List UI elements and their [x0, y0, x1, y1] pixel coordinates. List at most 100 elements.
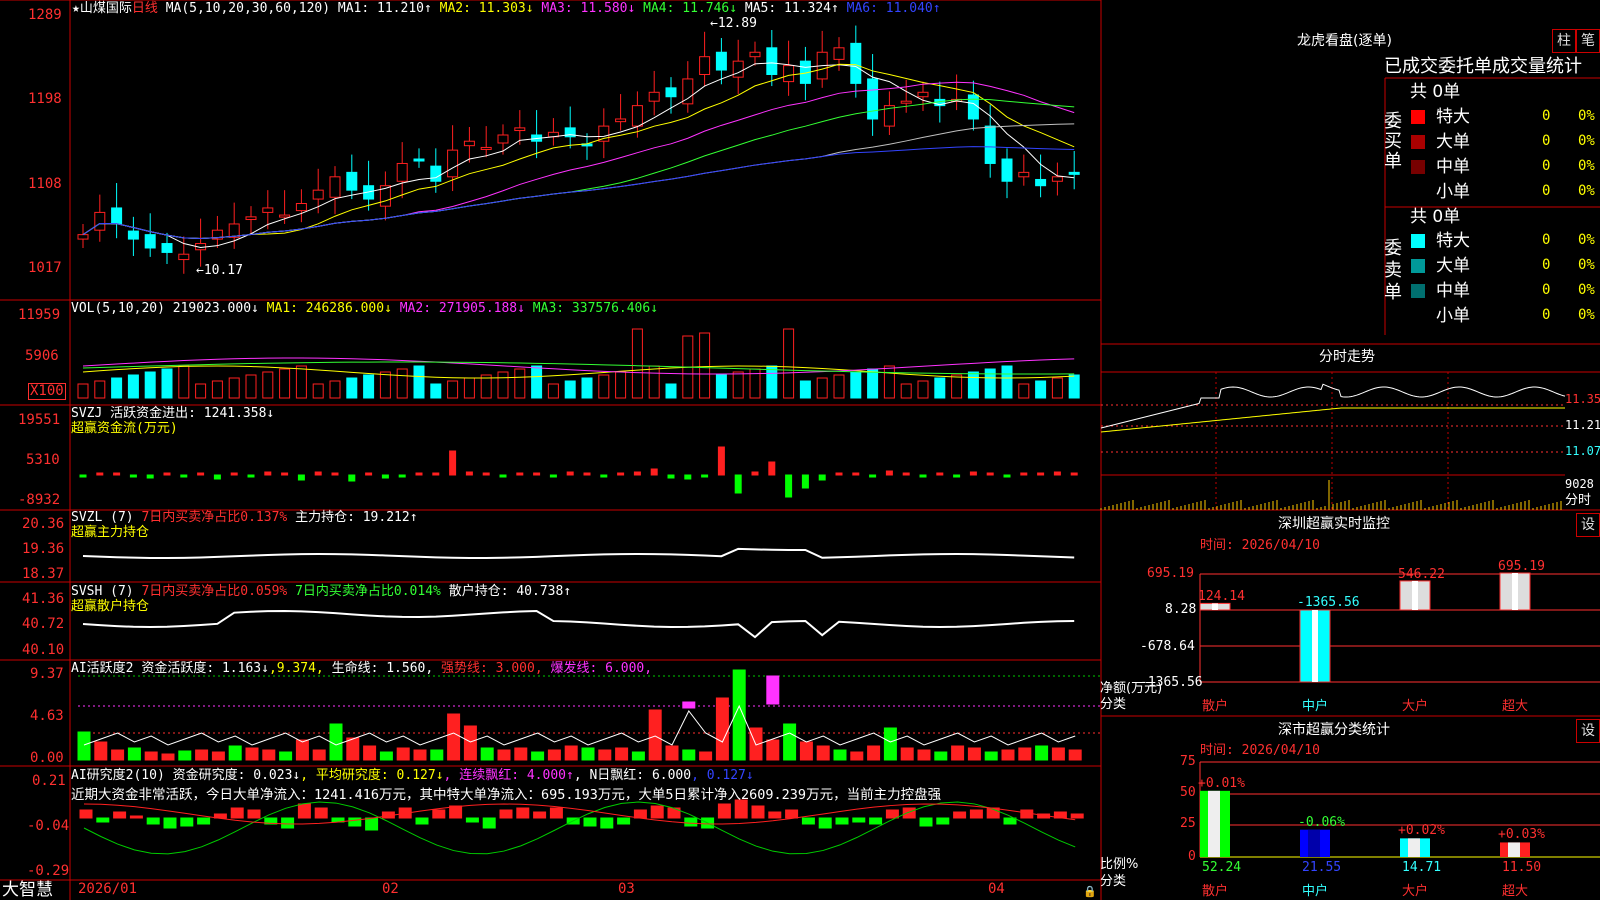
price-header: ★山煤国际日线 MA(5,10,20,30,60,120) MA1: 11.21…: [72, 1, 941, 16]
volume-bar: [900, 383, 912, 399]
candle-body: [749, 51, 761, 58]
class-bar-highlight: [1408, 838, 1420, 857]
lock-icon[interactable]: 🔒: [1083, 884, 1097, 899]
sell-row-pct: 0%: [1578, 282, 1595, 298]
activity-bar: [312, 749, 326, 761]
research-bar: [180, 817, 194, 827]
volume-bar: [94, 380, 106, 399]
activity-bar: [967, 747, 981, 761]
volume-bar: [1018, 383, 1030, 399]
candle-body: [631, 105, 643, 127]
activity-bar: [1001, 749, 1015, 761]
activity-bar: [161, 753, 175, 761]
fund-flow-bar: [986, 472, 994, 476]
activity-bar: [279, 751, 293, 761]
research-bar: [869, 817, 883, 825]
class-category-label: 中户: [1302, 884, 1329, 899]
research-bar: [936, 817, 950, 825]
research-bar: [953, 811, 967, 819]
activity-bar: [497, 749, 511, 761]
volume-bar: [833, 374, 845, 399]
candle-body: [497, 134, 509, 144]
research-bar: [835, 817, 849, 825]
sz-class-tick: 75: [1180, 754, 1196, 769]
activity-bar: [631, 751, 645, 761]
volume-bar: [178, 365, 190, 399]
volume-bar: [346, 377, 358, 399]
buy-row-count: 0: [1542, 108, 1551, 124]
tick-mode-button[interactable]: 笔: [1576, 29, 1600, 53]
activity-bar: [463, 725, 477, 761]
activity-bar: [396, 747, 410, 761]
buy-row-count: 0: [1542, 133, 1551, 149]
vol-ma1: MA1: 246286.000↓: [266, 301, 392, 316]
research-bar: [902, 807, 916, 819]
activity-bar: [111, 749, 125, 761]
candle-body: [228, 223, 240, 238]
intraday-price-tick: 11.21: [1565, 418, 1600, 432]
research-bar: [801, 817, 815, 825]
ma5-value: MA5: 11.324↑: [744, 1, 839, 16]
sz-class-settings-button[interactable]: 设: [1576, 719, 1600, 743]
sz-class-title: 深市超赢分类统计: [1278, 722, 1390, 738]
vol-value: 219023.000↓: [172, 301, 259, 316]
class-category-label: 超大: [1502, 884, 1529, 899]
activity-bar: [245, 747, 259, 761]
volume-bar: [547, 383, 559, 399]
fund-flow-bar: [818, 474, 826, 481]
monitor-category-label: 中户: [1302, 699, 1329, 714]
research-bar: [1003, 817, 1017, 825]
bar-mode-button[interactable]: 柱: [1552, 29, 1576, 53]
fund-flow-bar: [314, 471, 322, 476]
vol-unit: X100: [28, 383, 66, 400]
activity-bar: [598, 749, 612, 761]
fund-flow-bar: [449, 450, 457, 476]
sz-monitor-settings-button[interactable]: 设: [1576, 513, 1600, 537]
research-bar: [281, 817, 295, 829]
fund-flow-bar: [163, 472, 171, 476]
monitor-bar-label: 695.19: [1498, 559, 1545, 574]
research-bar: [415, 817, 429, 825]
sell-row-pct: 0%: [1578, 307, 1595, 323]
date-label: 2026/01: [78, 881, 138, 897]
svsh-header: SVSH (7) 7日内买卖净占比0.059% 7日内买卖净占比0.014% 散…: [71, 584, 572, 599]
svzj-header: SVZJ 活跃资金进出: 1241.358↓: [71, 406, 275, 421]
fund-flow-bar: [734, 474, 742, 494]
sell-row-pct: 0%: [1578, 257, 1595, 273]
candle-body: [329, 176, 341, 198]
candle-body: [615, 118, 627, 123]
intraday-price-tick: 11.35: [1565, 392, 1600, 406]
fund-flow-bar: [902, 472, 910, 476]
research-bar: [297, 803, 311, 819]
fund-flow-bar: [197, 472, 205, 476]
monitor-bar-highlight: [1412, 580, 1418, 610]
activity-bar: [447, 713, 461, 761]
volume-bar: [413, 365, 425, 399]
sell-row-name: 中单: [1436, 281, 1470, 301]
fund-flow-bar: [633, 471, 641, 476]
fund-flow-bar: [885, 470, 893, 476]
period-label[interactable]: 日线: [132, 1, 158, 16]
monitor-bar-label: 546.22: [1398, 566, 1445, 582]
research-bar: [348, 817, 362, 827]
activity-peak-bar: [682, 701, 696, 709]
class-bar-delta: -0.06%: [1298, 814, 1345, 830]
monitor-category-label: 大户: [1402, 699, 1429, 714]
monitor-category-label: 超大: [1502, 699, 1529, 714]
chart-canvas[interactable]: [0, 0, 1600, 900]
candle-body: [463, 140, 475, 147]
research-bar: [684, 817, 698, 827]
star-icon: ★: [72, 1, 80, 16]
research-bar: [314, 807, 328, 819]
sell-color-swatch: [1411, 234, 1425, 248]
activity-bar: [867, 745, 881, 761]
fund-flow-bar: [398, 474, 406, 478]
research-bar: [129, 815, 143, 819]
activity-bar: [413, 749, 427, 761]
volume-bar: [581, 377, 593, 399]
research-bar: [785, 809, 799, 819]
vol-tick: 11959: [18, 307, 61, 323]
research-bar: [230, 807, 244, 819]
activity-bar: [329, 723, 343, 761]
volume-bar: [951, 374, 963, 399]
